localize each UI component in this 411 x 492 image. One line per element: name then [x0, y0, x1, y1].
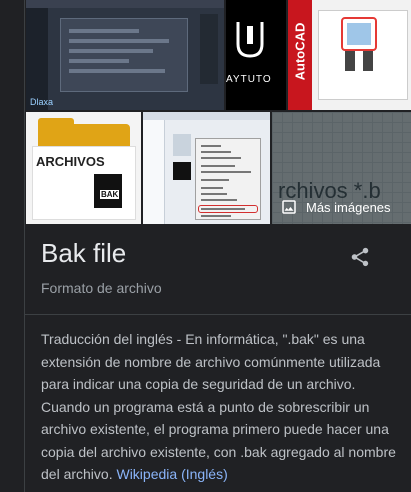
image-tile-context-menu[interactable] — [143, 112, 270, 224]
folder-label: ARCHIVOS — [36, 154, 105, 169]
explorer-sidebar — [143, 120, 165, 224]
image-tile-autocad[interactable]: AutoCAD — [288, 0, 411, 110]
image-tile-folder[interactable]: ARCHIVOS BAK — [26, 112, 141, 224]
bak-file-badge: BAK — [100, 190, 120, 199]
aytuto-brand-text: AYTUTO — [226, 74, 272, 85]
wikipedia-link[interactable]: Wikipedia (Inglés) — [116, 466, 227, 482]
aytuto-logo-icon — [236, 22, 264, 58]
context-menu — [195, 138, 261, 220]
knowledge-panel: Dlaxa AYTUTO AutoCAD ARCHIVOS BAK rchivo… — [24, 0, 411, 492]
divider — [25, 314, 411, 315]
share-icon[interactable] — [349, 246, 371, 268]
autocad-screenshot — [318, 10, 408, 100]
image-icon — [282, 200, 296, 214]
cad-dialog — [60, 18, 188, 92]
context-menu-highlight — [198, 205, 258, 213]
bak-file-icon — [173, 162, 191, 180]
entity-title: Bak file — [41, 238, 127, 268]
description-text: Traducción del inglés - En informática, … — [41, 331, 396, 482]
more-images-label: Más imágenes — [306, 199, 391, 215]
bak-file-icon: BAK — [94, 174, 122, 208]
file-icon — [173, 134, 191, 156]
image-tile-more[interactable]: rchivos *.b Más imágenes — [272, 112, 411, 224]
autocad-brand-text: AutoCAD — [292, 22, 308, 81]
image-tile-cad-window[interactable]: Dlaxa — [26, 0, 224, 110]
more-images-button[interactable]: Más imágenes — [280, 198, 391, 216]
tile1-logo: Dlaxa — [30, 97, 54, 107]
explorer-titlebar — [143, 112, 270, 120]
cad-sidebar — [26, 8, 48, 110]
cad-toolbar — [200, 14, 218, 84]
cad-titlebar — [26, 0, 224, 8]
image-tile-aytuto[interactable]: AYTUTO — [226, 0, 286, 110]
autocad-band: AutoCAD — [288, 0, 312, 110]
entity-description: Traducción del inglés - En informática, … — [41, 328, 401, 486]
entity-subtitle: Formato de archivo — [41, 280, 162, 296]
